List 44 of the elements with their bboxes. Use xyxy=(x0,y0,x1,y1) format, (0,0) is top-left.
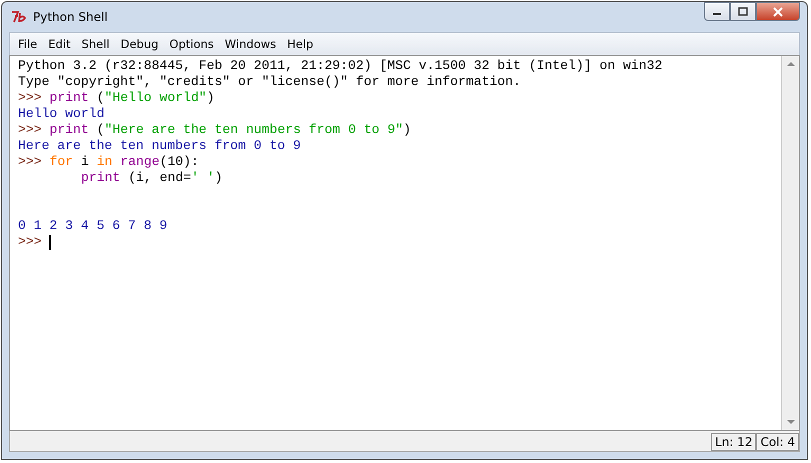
output-text: Python 3.2 (r32:88445, Feb 20 2011, 21:29:02) [MSC v.1500 32 bit (Intel)] on win32 xyxy=(18,58,662,74)
output-text: Type "copyright", "credits" or "license()" for more information. xyxy=(18,74,521,90)
prompt-text: >>> xyxy=(18,154,42,170)
menu-item[interactable]: Options xyxy=(164,37,220,51)
column-number-status: Col: 4 xyxy=(756,433,799,451)
string-text: ' ' xyxy=(191,170,215,186)
builtin-text: range xyxy=(120,154,160,170)
builtin-text: print xyxy=(49,90,89,106)
code-text: (10): xyxy=(160,154,199,170)
prompt-text: >>> xyxy=(18,234,42,250)
prompt-text: >>> xyxy=(18,90,42,106)
close-button[interactable] xyxy=(756,2,800,21)
window-title: Python Shell xyxy=(33,10,108,24)
menu-item[interactable]: File xyxy=(10,37,43,51)
stdout-text: Hello world xyxy=(18,106,104,122)
menu-item[interactable]: Debug xyxy=(115,37,164,51)
line-number-status: Ln: 12 xyxy=(711,433,756,451)
string-text: "Here are the ten numbers from 0 to 9" xyxy=(104,122,404,138)
scroll-down-icon[interactable] xyxy=(786,419,796,425)
menu-item[interactable]: Edit xyxy=(42,37,76,51)
keyword-text: in xyxy=(96,154,112,170)
builtin-text: print xyxy=(81,170,120,186)
stdout-text: Here are the ten numbers from 0 to 9 xyxy=(18,138,301,154)
code-text: ( xyxy=(96,90,105,106)
maximize-button[interactable] xyxy=(730,2,756,21)
menu-item[interactable]: Windows xyxy=(219,37,282,51)
menu-item[interactable]: Help xyxy=(282,37,319,51)
code-text: ) xyxy=(206,90,215,106)
string-text: "Hello world" xyxy=(104,90,207,106)
stdout-text: 0 1 2 3 4 5 6 7 8 9 xyxy=(18,218,168,234)
code-text: ) xyxy=(214,170,222,186)
code-text: ) xyxy=(403,122,411,138)
menu-item[interactable]: Shell xyxy=(76,37,116,51)
close-icon xyxy=(772,6,784,16)
scroll-up-icon[interactable] xyxy=(786,61,796,67)
prompt-text: >>> xyxy=(18,122,42,138)
code-text: ( xyxy=(96,122,105,138)
keyword-text: for xyxy=(49,154,74,170)
code-text: (i, end= xyxy=(128,170,192,186)
vertical-scrollbar[interactable] xyxy=(781,56,799,430)
maximize-icon xyxy=(738,7,748,16)
builtin-text: print xyxy=(49,122,89,138)
minimize-button[interactable] xyxy=(704,2,730,21)
code-text: i xyxy=(80,154,89,170)
